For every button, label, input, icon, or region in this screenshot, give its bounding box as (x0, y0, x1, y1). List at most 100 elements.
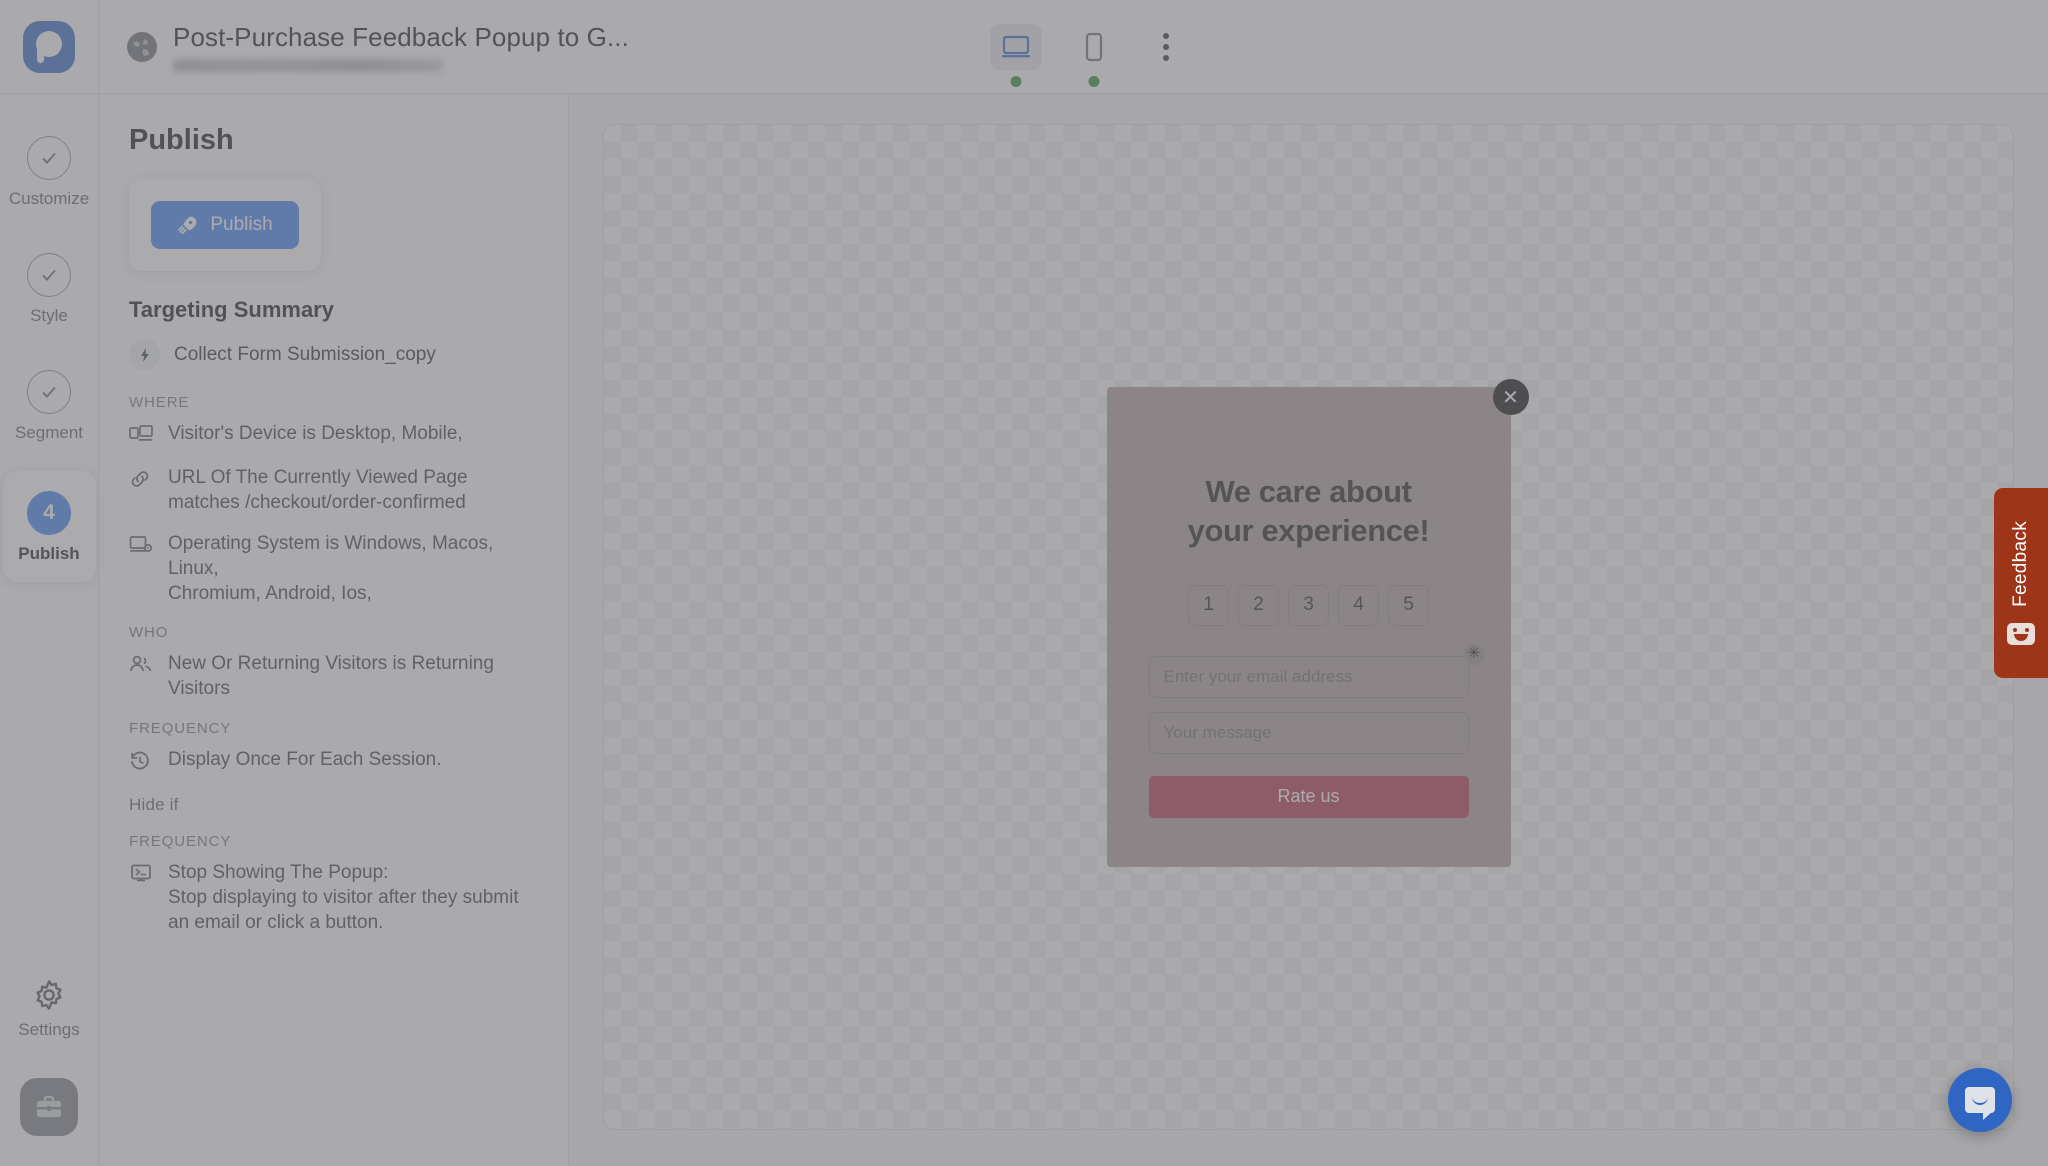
rate-us-submit-button[interactable]: Rate us (1148, 775, 1469, 818)
link-glyph (131, 471, 149, 487)
section-label-where: WHERE (129, 394, 190, 411)
rule-text: Display Once For Each Session. (168, 748, 442, 770)
desktop-preview-button[interactable] (989, 23, 1042, 87)
step-rail: Customize Style Segment 4 Publish Settin… (0, 94, 99, 1166)
publish-button-label: Publish (210, 214, 273, 235)
kebab-dot (1162, 32, 1169, 39)
rule-text: Stop Showing The Popup: (168, 861, 389, 883)
title-stack: Post-Purchase Feedback Popup to G... (173, 22, 629, 72)
popup-title-line-1: We care about (1205, 474, 1412, 509)
top-bar: Post-Purchase Feedback Popup to G... (0, 0, 2048, 94)
globe-icon (127, 31, 157, 62)
body-row: Customize Style Segment 4 Publish Settin… (0, 94, 2048, 1166)
popup-title: We care about your experience! (1188, 473, 1430, 551)
sidebar-item-label: Style (30, 306, 68, 325)
desktop-icon (1001, 35, 1030, 57)
kebab-menu-icon[interactable] (1146, 25, 1186, 69)
rule-text: Operating System is Windows, Macos, Linu… (168, 533, 494, 580)
rule-operating-system: Operating System is Windows, Macos, Linu… (129, 531, 538, 606)
stop-display-icon (129, 860, 155, 890)
device-glyph (129, 425, 153, 441)
rule-subtext: Stop displaying to visitor after they su… (168, 886, 519, 933)
sidebar-item-segment[interactable]: Segment (0, 354, 99, 459)
bolt-glyph (140, 347, 149, 362)
sidebar-item-publish[interactable]: 4 Publish (2, 471, 96, 582)
publish-card: Publish (129, 179, 321, 271)
section-label-frequency: FREQUENCY (129, 719, 232, 737)
check-circle-icon (27, 370, 71, 414)
chat-smile (1972, 1097, 1988, 1105)
rating-option-3[interactable]: 3 (1288, 584, 1329, 626)
rating-option-2[interactable]: 2 (1238, 584, 1279, 626)
kebab-dot (1162, 54, 1169, 61)
stop-display-glyph (131, 864, 151, 881)
rule-text-group: URL Of The Currently Viewed Page matches… (168, 465, 468, 515)
check-icon (42, 269, 56, 281)
section-label-hide-frequency: FREQUENCY (129, 832, 232, 850)
rule-text-group: Operating System is Windows, Macos, Linu… (168, 531, 538, 606)
rule-text-group: Stop Showing The Popup: Stop displaying … (168, 860, 538, 935)
device-preview-toggle-group (868, 0, 1308, 93)
email-field[interactable] (1148, 655, 1469, 698)
sidebar-item-customize[interactable]: Customize (0, 120, 99, 225)
message-field[interactable] (1148, 711, 1469, 754)
sidebar-item-settings[interactable]: Settings (18, 978, 80, 1040)
mobile-status-dot (1088, 75, 1099, 87)
smiley-box-icon (2007, 622, 2035, 645)
rule-stop-showing: Stop Showing The Popup: Stop displaying … (129, 860, 538, 935)
publish-button[interactable]: Publish (151, 201, 299, 249)
rule-subtext: matches /checkout/order-confirmed (168, 492, 466, 514)
site-url-redacted (173, 58, 443, 72)
briefcase-glyph (37, 1095, 61, 1117)
sidebar-item-label: Publish (18, 544, 80, 563)
gear-icon (36, 980, 62, 1010)
sidebar-item-label: Segment (14, 423, 84, 442)
app-root: Post-Purchase Feedback Popup to G... Cus… (0, 0, 2048, 1166)
popup-title-line-2: your experience! (1187, 512, 1430, 548)
targeting-summary-heading: Targeting Summary (129, 297, 334, 322)
sidebar-item-style[interactable]: Style (0, 237, 99, 342)
link-icon (129, 465, 155, 495)
publish-panel: Publish Publish Targeting Summary Collec… (99, 94, 569, 1166)
popupsmart-logo-icon (23, 20, 75, 73)
close-icon[interactable]: ✕ (1492, 379, 1529, 415)
rating-option-1[interactable]: 1 (1188, 584, 1229, 626)
os-glyph (129, 536, 153, 553)
os-icon (129, 531, 155, 561)
sidebar-item-label: Customize (8, 189, 90, 208)
rating-scale: 1 2 3 4 5 (1188, 584, 1429, 626)
rule-display-frequency: Display Once For Each Session. (129, 747, 538, 777)
hide-if-label: Hide if (129, 794, 179, 814)
rating-option-4[interactable]: 4 (1338, 584, 1379, 626)
users-icon (129, 651, 155, 679)
check-circle-icon (27, 136, 71, 180)
page-heading: Publish (129, 124, 234, 156)
device-icon (129, 421, 155, 449)
chat-bubble-icon (1965, 1087, 1995, 1120)
app-logo[interactable] (0, 0, 99, 93)
preview-canvas-area: ✕ We care about your experience! 1 2 3 4… (569, 94, 2048, 1166)
top-bar-spacer (1308, 0, 2048, 93)
feedback-tab-label: Feedback (2010, 521, 2031, 607)
rating-option-5[interactable]: 5 (1388, 584, 1429, 626)
chat-launcher-button[interactable] (1948, 1068, 2012, 1132)
history-glyph (131, 751, 149, 770)
rule-visitor-device: Visitor's Device is Desktop, Mobile, (129, 421, 538, 449)
desktop-status-dot (1010, 75, 1021, 87)
check-icon (42, 386, 56, 398)
rocket-icon (178, 216, 197, 235)
campaign-title-area: Post-Purchase Feedback Popup to G... (99, 0, 868, 93)
page-title: Post-Purchase Feedback Popup to G... (173, 21, 629, 52)
rule-text: Visitor's Device is Desktop, Mobile, (168, 423, 463, 444)
goal-chip: Collect Form Submission_copy (129, 339, 538, 370)
users-glyph (130, 656, 152, 672)
required-marker-icon: ✳ (1463, 643, 1485, 665)
kebab-dot (1162, 43, 1169, 50)
smiley-mouth (2014, 633, 2028, 641)
rule-new-returning: New Or Returning Visitors is Returning V… (129, 651, 538, 701)
briefcase-icon[interactable] (20, 1078, 78, 1136)
feedback-tab[interactable]: Feedback (1994, 488, 2048, 678)
section-label-who: WHO (129, 624, 169, 642)
mobile-preview-button[interactable] (1068, 24, 1120, 87)
check-circle-icon (27, 253, 71, 297)
